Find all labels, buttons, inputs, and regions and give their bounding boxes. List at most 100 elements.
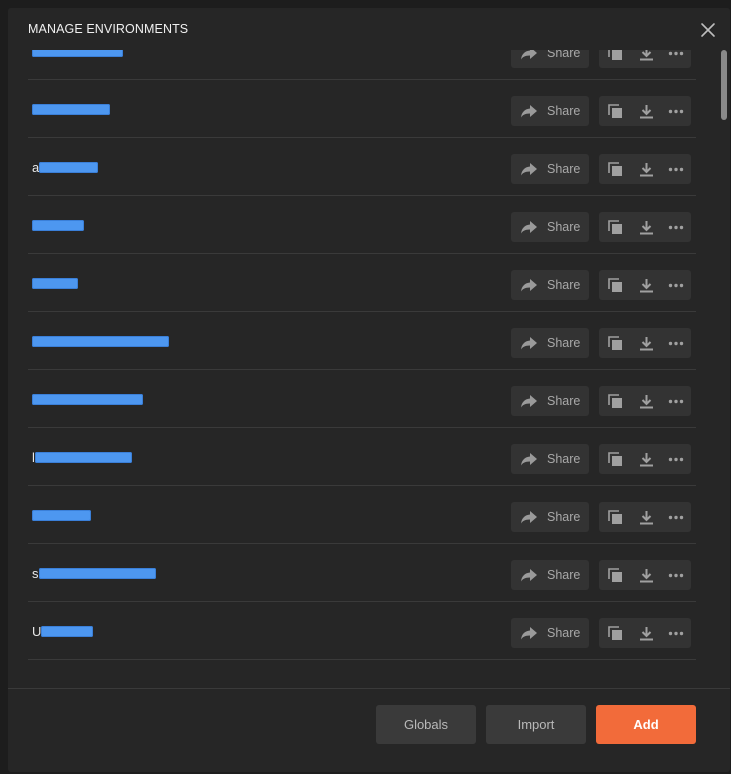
share-arrow-icon (520, 220, 538, 239)
download-icon[interactable] (632, 444, 660, 474)
environment-name[interactable] (32, 102, 110, 117)
more-dots-icon[interactable] (661, 502, 689, 532)
environment-name-prefix: U (32, 624, 42, 639)
environment-actions (599, 328, 691, 358)
duplicate-icon[interactable] (601, 96, 629, 126)
share-button[interactable]: Share (511, 618, 589, 648)
redacted-text (32, 394, 143, 405)
environment-name[interactable]: a (32, 160, 98, 175)
environment-actions (599, 212, 691, 242)
share-button[interactable]: Share (511, 328, 589, 358)
share-label: Share (547, 626, 581, 640)
environment-name[interactable]: s (32, 566, 156, 581)
environment-actions (599, 502, 691, 532)
more-dots-icon[interactable] (661, 386, 689, 416)
scrollbar-thumb[interactable] (721, 50, 727, 120)
more-dots-icon[interactable] (661, 50, 689, 68)
share-arrow-icon (520, 336, 538, 355)
share-button[interactable]: Share (511, 386, 589, 416)
environment-row[interactable]: s Share (28, 544, 696, 602)
duplicate-icon[interactable] (601, 444, 629, 474)
environment-name[interactable]: l (32, 450, 133, 465)
environment-row[interactable]: Share (28, 486, 696, 544)
environment-name[interactable] (32, 334, 169, 349)
download-icon[interactable] (632, 502, 660, 532)
share-label: Share (547, 510, 581, 524)
environment-row[interactable]: Share (28, 312, 696, 370)
share-arrow-icon (520, 568, 538, 587)
share-label: Share (547, 50, 581, 60)
modal-title: MANAGE ENVIRONMENTS (28, 22, 189, 36)
download-icon[interactable] (632, 386, 660, 416)
share-button[interactable]: Share (511, 154, 589, 184)
redacted-text (39, 162, 98, 173)
share-button[interactable]: Share (511, 444, 589, 474)
environment-row[interactable]: Share (28, 50, 696, 80)
environment-actions (599, 154, 691, 184)
download-icon[interactable] (632, 212, 660, 242)
environment-name[interactable] (32, 276, 78, 291)
duplicate-icon[interactable] (601, 328, 629, 358)
download-icon[interactable] (632, 154, 660, 184)
manage-environments-modal: MANAGE ENVIRONMENTS Share Share a Share Shar… (8, 8, 730, 772)
share-button[interactable]: Share (511, 50, 589, 68)
share-button[interactable]: Share (511, 560, 589, 590)
duplicate-icon[interactable] (601, 212, 629, 242)
more-dots-icon[interactable] (661, 328, 689, 358)
share-label: Share (547, 568, 581, 582)
more-dots-icon[interactable] (661, 560, 689, 590)
duplicate-icon[interactable] (601, 50, 629, 68)
environment-row[interactable]: Share (28, 80, 696, 138)
share-label: Share (547, 104, 581, 118)
environment-row[interactable]: U Share (28, 602, 696, 660)
more-dots-icon[interactable] (661, 618, 689, 648)
download-icon[interactable] (632, 618, 660, 648)
more-dots-icon[interactable] (661, 154, 689, 184)
redacted-text (32, 50, 123, 57)
environment-name-prefix: a (32, 160, 40, 175)
share-button[interactable]: Share (511, 96, 589, 126)
environment-name[interactable] (32, 50, 123, 59)
import-button[interactable]: Import (486, 705, 586, 744)
download-icon[interactable] (632, 96, 660, 126)
share-button[interactable]: Share (511, 270, 589, 300)
globals-button[interactable]: Globals (376, 705, 476, 744)
share-button[interactable]: Share (511, 212, 589, 242)
duplicate-icon[interactable] (601, 270, 629, 300)
duplicate-icon[interactable] (601, 386, 629, 416)
download-icon[interactable] (632, 50, 660, 68)
environment-name[interactable]: U (32, 624, 94, 639)
add-button[interactable]: Add (596, 705, 696, 744)
download-icon[interactable] (632, 328, 660, 358)
environment-row[interactable]: l Share (28, 428, 696, 486)
environment-name[interactable] (32, 392, 143, 407)
environment-row[interactable]: a Share (28, 138, 696, 196)
download-icon[interactable] (632, 560, 660, 590)
share-label: Share (547, 452, 581, 466)
duplicate-icon[interactable] (601, 502, 629, 532)
share-arrow-icon (520, 394, 538, 413)
duplicate-icon[interactable] (601, 618, 629, 648)
close-icon[interactable] (698, 20, 718, 40)
more-dots-icon[interactable] (661, 270, 689, 300)
redacted-text (32, 104, 110, 115)
environment-row[interactable]: Share (28, 254, 696, 312)
environment-name[interactable] (32, 508, 91, 523)
environment-actions (599, 444, 691, 474)
duplicate-icon[interactable] (601, 560, 629, 590)
environment-name[interactable] (32, 218, 84, 233)
duplicate-icon[interactable] (601, 154, 629, 184)
scrollbar[interactable] (720, 50, 728, 687)
redacted-text (32, 278, 78, 289)
share-label: Share (547, 278, 581, 292)
more-dots-icon[interactable] (661, 444, 689, 474)
share-button[interactable]: Share (511, 502, 589, 532)
environment-row[interactable]: Share (28, 196, 696, 254)
environment-row[interactable]: Share (28, 370, 696, 428)
more-dots-icon[interactable] (661, 96, 689, 126)
redacted-text (32, 510, 91, 521)
environment-actions (599, 270, 691, 300)
more-dots-icon[interactable] (661, 212, 689, 242)
download-icon[interactable] (632, 270, 660, 300)
environment-actions (599, 560, 691, 590)
